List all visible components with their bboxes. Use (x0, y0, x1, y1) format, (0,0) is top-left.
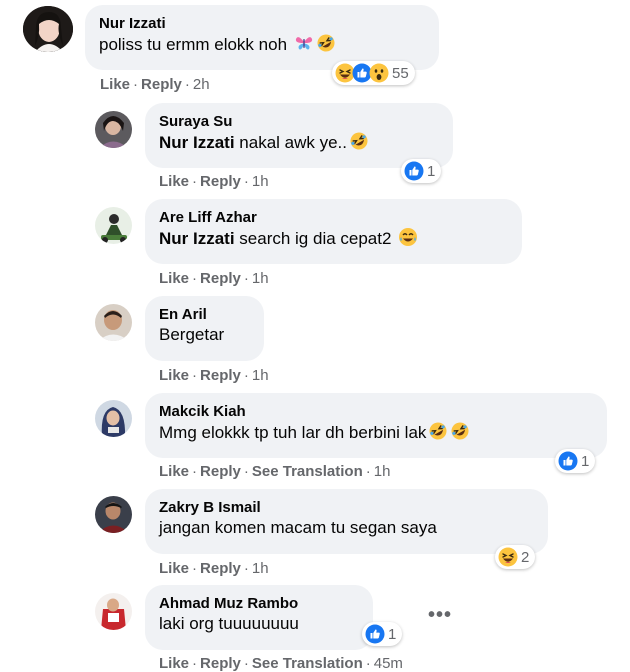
comment-timestamp[interactable]: 1h (252, 270, 269, 287)
reply-button[interactable]: Reply (200, 367, 241, 384)
avatar[interactable] (23, 6, 73, 52)
like-icon (404, 161, 424, 181)
reaction-count: 1 (427, 162, 436, 180)
comment-actions: Like · Reply · 1h (159, 173, 269, 190)
rofl-emoji-icon (349, 131, 369, 151)
comment-timestamp[interactable]: 2h (193, 76, 210, 93)
like-button[interactable]: Like (159, 367, 189, 384)
like-button[interactable]: Like (159, 270, 189, 287)
like-button[interactable]: Like (100, 76, 130, 93)
reaction-count: 55 (392, 64, 409, 82)
like-button[interactable]: Like (159, 655, 189, 672)
see-translation-button[interactable]: See Translation (252, 463, 363, 480)
reaction-summary[interactable]: 55 (332, 61, 415, 85)
reaction-summary[interactable]: 1 (555, 449, 596, 473)
like-button[interactable]: Like (159, 463, 189, 480)
reply-button[interactable]: Reply (200, 655, 241, 672)
comment-text: laki org tuuuuuuuu (159, 614, 299, 633)
avatar[interactable] (95, 400, 132, 437)
comment-author[interactable]: Nur Izzati (99, 14, 425, 33)
reaction-summary[interactable]: 2 (495, 545, 536, 569)
mention-link[interactable]: Nur Izzati (159, 133, 235, 152)
avatar[interactable] (95, 304, 132, 341)
like-icon (365, 624, 385, 644)
reaction-summary[interactable]: 1 (401, 159, 442, 183)
reply-button[interactable]: Reply (141, 76, 182, 93)
reply-button[interactable]: Reply (200, 173, 241, 190)
wow-emoji (369, 63, 389, 83)
comment-bubble: Makcik Kiah Mmg elokkk tp tuh lar dh ber… (145, 393, 607, 458)
comment-bubble: En Aril Bergetar (145, 296, 264, 361)
comment-bubble: Zakry B Ismail jangan komen macam tu seg… (145, 489, 548, 554)
avatar[interactable] (95, 593, 132, 630)
avatar[interactable] (95, 207, 132, 244)
rofl-emoji-icon (450, 421, 470, 441)
comment-text: Nur Izzati nakal awk ye.. (159, 131, 439, 154)
comment-actions: Like · Reply · See Translation · 1h (159, 463, 391, 480)
comment-timestamp[interactable]: 1h (252, 560, 269, 577)
comment-text: jangan komen macam tu segan saya (159, 518, 437, 537)
comment-author[interactable]: Suraya Su (159, 112, 439, 131)
mention-link[interactable]: Nur Izzati (159, 229, 235, 248)
comment-bubble: Suraya Su Nur Izzati nakal awk ye.. (145, 103, 453, 168)
comment-timestamp[interactable]: 1h (252, 173, 269, 190)
comment-bubble: Are Liff Azhar Nur Izzati search ig dia … (145, 199, 522, 264)
like-icon (558, 451, 578, 471)
comment-author[interactable]: Are Liff Azhar (159, 208, 508, 227)
reaction-count: 2 (521, 548, 530, 566)
comment-actions: Like · Reply · 1h (159, 560, 269, 577)
reaction-count: 1 (388, 625, 397, 643)
comment-text: Bergetar (159, 325, 225, 344)
comment-actions: Like · Reply · See Translation · 45m (159, 655, 403, 672)
reaction-summary[interactable]: 1 (362, 622, 403, 646)
comment-author[interactable]: Makcik Kiah (159, 402, 593, 421)
comment-author[interactable]: En Aril (159, 305, 250, 324)
comment-text: Mmg elokkk tp tuh lar dh berbini lak (159, 421, 593, 444)
reaction-count: 1 (581, 452, 590, 470)
rofl-emoji-icon (428, 421, 448, 441)
avatar[interactable] (95, 496, 132, 533)
comment-text: poliss tu ermm elokk noh (99, 33, 425, 56)
like-button[interactable]: Like (159, 560, 189, 577)
rofl-emoji-icon (316, 33, 336, 53)
comment-timestamp[interactable]: 1h (252, 367, 269, 384)
comment-actions: Like · Reply · 1h (159, 367, 269, 384)
comment-timestamp[interactable]: 1h (374, 463, 391, 480)
comment-bubble: Ahmad Muz Rambo laki org tuuuuuuuu (145, 585, 373, 650)
reply-button[interactable]: Reply (200, 560, 241, 577)
butterfly-emoji-icon (294, 33, 314, 53)
comment-timestamp[interactable]: 45m (374, 655, 403, 672)
avatar[interactable] (95, 111, 132, 148)
haha-emoji (498, 547, 518, 567)
comment-actions: Like · Reply · 2h (100, 76, 210, 93)
reply-button[interactable]: Reply (200, 270, 241, 287)
like-button[interactable]: Like (159, 173, 189, 190)
reply-button[interactable]: Reply (200, 463, 241, 480)
joy-emoji-icon (398, 227, 418, 247)
comment-text: Nur Izzati search ig dia cepat2 (159, 227, 508, 250)
comment-author[interactable]: Ahmad Muz Rambo (159, 594, 359, 613)
more-options-icon[interactable]: ••• (428, 604, 452, 627)
comment-actions: Like · Reply · 1h (159, 270, 269, 287)
comment-author[interactable]: Zakry B Ismail (159, 498, 534, 517)
see-translation-button[interactable]: See Translation (252, 655, 363, 672)
